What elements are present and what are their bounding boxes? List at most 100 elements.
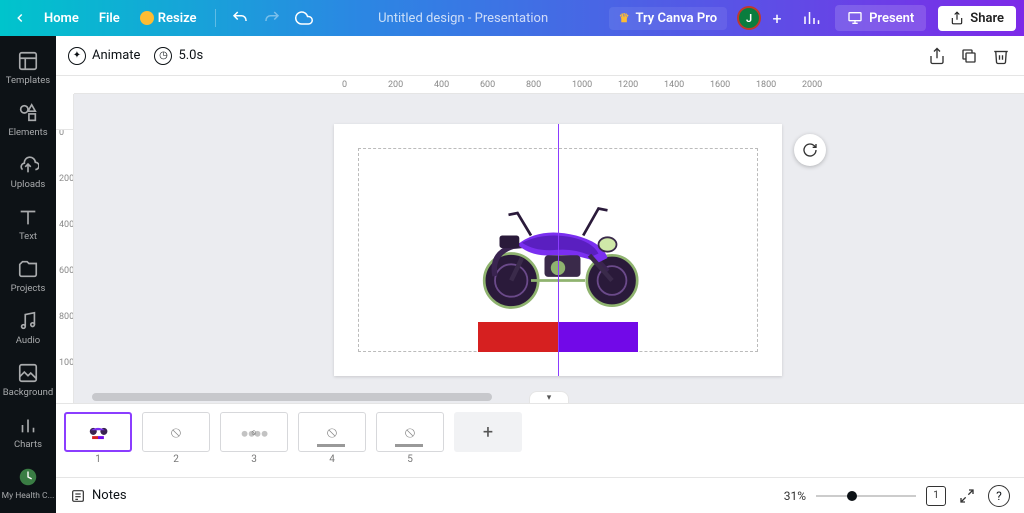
delete-icon[interactable] bbox=[990, 45, 1012, 67]
clock-icon: ◷ bbox=[154, 47, 172, 65]
fullscreen-button[interactable] bbox=[956, 485, 978, 507]
sidebar-label: Templates bbox=[6, 75, 50, 86]
thumbnail-preview: ⦸ bbox=[298, 412, 366, 452]
thumbnail-page[interactable]: ⦸ 2 bbox=[142, 412, 210, 465]
crown-icon bbox=[140, 11, 154, 25]
horizontal-ruler[interactable]: 0 200 400 600 800 1000 1200 1400 1600 18… bbox=[74, 76, 1024, 94]
thumbnail-preview: ⦸ bbox=[376, 412, 444, 452]
top-bar: Home File Resize Untitled design - Prese… bbox=[0, 0, 1024, 36]
animate-button[interactable]: ✦ Animate bbox=[68, 47, 140, 65]
audio-icon bbox=[17, 310, 39, 332]
help-button[interactable]: ? bbox=[988, 485, 1010, 507]
duration-button[interactable]: ◷ 5.0s bbox=[154, 47, 203, 65]
center-guide[interactable] bbox=[558, 124, 559, 376]
file-menu[interactable]: File bbox=[91, 7, 128, 30]
sidebar-label: My Health C... bbox=[2, 491, 55, 501]
sidebar-item-text[interactable]: Text bbox=[0, 198, 56, 250]
refresh-button[interactable] bbox=[794, 134, 826, 166]
home-button[interactable]: Home bbox=[36, 7, 87, 30]
canvas-wrap: 0 200 400 600 800 1000 bbox=[56, 94, 1024, 403]
thumbnail-number: 1 bbox=[95, 454, 101, 465]
cloud-status-icon[interactable] bbox=[290, 4, 318, 32]
ruler-mark: 600 bbox=[480, 80, 495, 90]
sidebar-label: Charts bbox=[14, 439, 42, 450]
sidebar-item-elements[interactable]: Elements bbox=[0, 94, 56, 146]
sidebar-item-charts[interactable]: Charts bbox=[0, 406, 56, 458]
canvas-area[interactable]: ▾ bbox=[74, 94, 1024, 403]
context-toolbar: ✦ Animate ◷ 5.0s bbox=[56, 36, 1024, 76]
resize-label: Resize bbox=[158, 11, 197, 26]
redo-button[interactable] bbox=[258, 4, 286, 32]
page-number-button[interactable]: 1 bbox=[926, 486, 946, 506]
animate-label: Animate bbox=[92, 48, 140, 63]
sidebar-item-app[interactable]: My Health C... bbox=[0, 461, 56, 513]
sidebar-item-uploads[interactable]: Uploads bbox=[0, 146, 56, 198]
share-label: Share bbox=[970, 11, 1004, 26]
text-icon bbox=[17, 206, 39, 228]
sidebar-label: Text bbox=[19, 231, 37, 242]
try-pro-button[interactable]: ♛ Try Canva Pro bbox=[609, 7, 727, 30]
sidebar-item-background[interactable]: Background bbox=[0, 354, 56, 406]
templates-icon bbox=[17, 50, 39, 72]
refresh-icon bbox=[802, 142, 818, 158]
svg-text:⦸: ⦸ bbox=[252, 427, 257, 436]
ruler-mark: 2000 bbox=[802, 80, 822, 90]
sidebar-label: Uploads bbox=[11, 179, 46, 190]
share-button[interactable]: Share bbox=[938, 6, 1016, 31]
ruler-mark: 1600 bbox=[710, 80, 730, 90]
ruler-mark: 1400 bbox=[664, 80, 684, 90]
page-thumbnails: 1 ⦸ 2 ⦸ 3 ⦸ 4 ⦸ 5 + bbox=[56, 403, 1024, 477]
vertical-scrollbar[interactable] bbox=[1014, 94, 1024, 393]
side-panel: Templates Elements Uploads Text Projects… bbox=[0, 36, 56, 513]
app-icon bbox=[17, 466, 39, 488]
document-title[interactable]: Untitled design - Presentation bbox=[322, 11, 605, 26]
user-avatar[interactable]: J bbox=[737, 6, 761, 30]
thumbnail-page[interactable]: ⦸ 3 bbox=[220, 412, 288, 465]
ruler-mark: 1000 bbox=[572, 80, 592, 90]
add-collaborator-button[interactable]: + bbox=[765, 6, 789, 30]
ruler-mark: 200 bbox=[59, 174, 74, 184]
charts-icon bbox=[17, 414, 39, 436]
thumbnail-number: 2 bbox=[173, 454, 179, 465]
thumbnail-preview: ⦸ bbox=[220, 412, 288, 452]
divider bbox=[215, 9, 216, 27]
duplicate-icon[interactable] bbox=[958, 45, 980, 67]
animate-icon: ✦ bbox=[68, 47, 86, 65]
thumbnail-page[interactable]: ⦸ 4 bbox=[298, 412, 366, 465]
ruler-mark: 800 bbox=[59, 312, 74, 322]
zoom-slider[interactable] bbox=[816, 495, 916, 497]
red-rectangle[interactable] bbox=[478, 322, 558, 352]
ruler-mark: 600 bbox=[59, 266, 74, 276]
thumbnail-number: 3 bbox=[251, 454, 257, 465]
zoom-value[interactable]: 31% bbox=[784, 489, 806, 503]
ruler-mark: 1800 bbox=[756, 80, 776, 90]
export-icon[interactable] bbox=[926, 45, 948, 67]
present-label: Present bbox=[869, 11, 914, 26]
share-icon bbox=[950, 11, 964, 25]
page-pager-toggle[interactable]: ▾ bbox=[529, 391, 569, 403]
sidebar-item-templates[interactable]: Templates bbox=[0, 42, 56, 94]
thumbnail-number: 5 bbox=[407, 454, 413, 465]
insights-button[interactable] bbox=[797, 4, 825, 32]
vertical-ruler[interactable]: 0 200 400 600 800 1000 bbox=[56, 94, 74, 403]
resize-button[interactable]: Resize bbox=[132, 7, 205, 30]
thumbnail-page[interactable]: ⦸ 5 bbox=[376, 412, 444, 465]
try-pro-label: Try Canva Pro bbox=[635, 11, 717, 26]
sidebar-item-audio[interactable]: Audio bbox=[0, 302, 56, 354]
back-button[interactable] bbox=[8, 6, 32, 30]
thumbnail-page[interactable]: 1 bbox=[64, 412, 132, 465]
ruler-mark: 1200 bbox=[618, 80, 638, 90]
add-page-button[interactable]: + bbox=[454, 412, 522, 452]
ruler-mark: 1000 bbox=[59, 358, 74, 368]
hidden-icon: ⦸ bbox=[405, 422, 415, 442]
present-icon bbox=[847, 10, 863, 26]
undo-button[interactable] bbox=[226, 4, 254, 32]
uploads-icon bbox=[17, 154, 39, 176]
work-area: ✦ Animate ◷ 5.0s 0 200 400 600 800 1000 … bbox=[56, 36, 1024, 513]
sidebar-label: Audio bbox=[16, 335, 40, 346]
present-button[interactable]: Present bbox=[835, 5, 926, 31]
notes-toggle[interactable]: Notes bbox=[70, 488, 127, 504]
sidebar-item-projects[interactable]: Projects bbox=[0, 250, 56, 302]
purple-rectangle[interactable] bbox=[558, 322, 638, 352]
duration-value: 5.0s bbox=[178, 48, 203, 63]
